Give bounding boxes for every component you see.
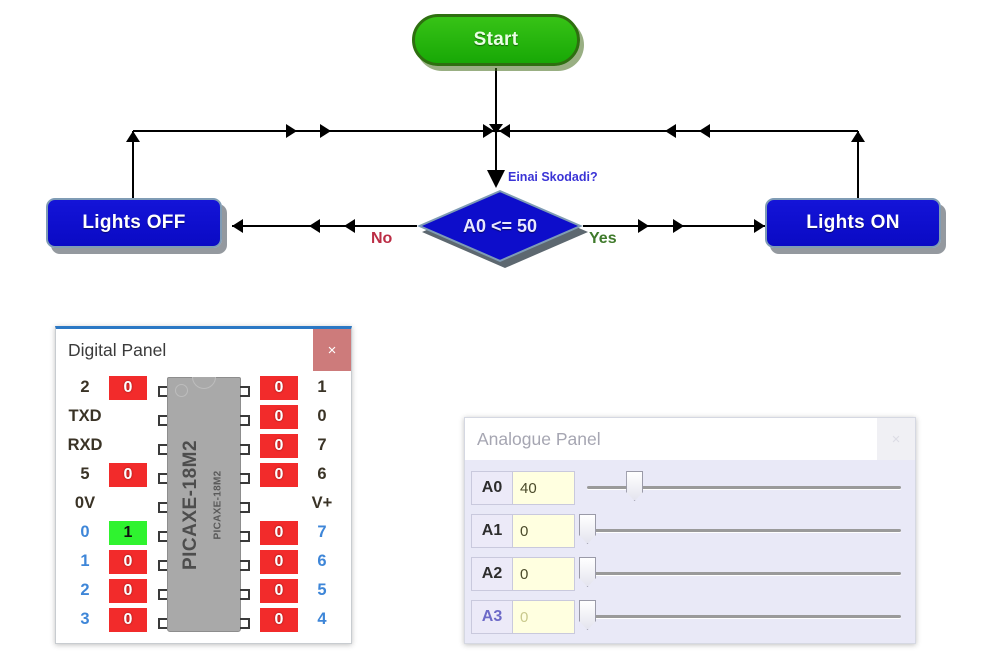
pin-state-left[interactable]: 0 xyxy=(109,607,147,632)
slider-track[interactable] xyxy=(587,615,901,618)
lights-on-label: Lights ON xyxy=(806,212,900,233)
decision-label: A0 <= 50 xyxy=(462,215,538,236)
decision-annotation: Einai Skodadi? xyxy=(508,170,598,184)
analogue-panel-window: Analogue Panel × A0 40 A1 0 A2 0 A3 0 xyxy=(464,417,916,644)
pin-label-left: 2 xyxy=(80,378,90,396)
pin-label-left: 1 xyxy=(80,552,90,570)
slider-track[interactable] xyxy=(587,529,901,532)
analogue-channel-label: A1 xyxy=(471,514,513,548)
analogue-channel-slider[interactable] xyxy=(579,555,901,593)
analogue-channel-value[interactable]: 0 xyxy=(513,557,575,591)
flowchart-start-node[interactable]: Start xyxy=(412,14,580,66)
pin-state-right[interactable]: 0 xyxy=(260,462,298,487)
chip-pins-right xyxy=(239,377,250,638)
chip-pin xyxy=(239,386,250,397)
analogue-channel-label: A3 xyxy=(471,600,513,634)
slider-thumb[interactable] xyxy=(579,600,596,630)
branch-label-yes: Yes xyxy=(589,230,617,247)
analogue-panel-titlebar[interactable]: Analogue Panel × xyxy=(465,418,915,460)
chip-label: PICAXE-18M2 xyxy=(179,439,201,570)
pin-state-left xyxy=(109,492,147,516)
digital-pin-grid: PICAXE-18M2 PICAXE-18M2 2 0 0 1 TXD 0 0 RXD 0 7 5 0… xyxy=(64,373,343,634)
pin-label-left: TXD xyxy=(68,407,102,425)
digital-panel-body: PICAXE-18M2 PICAXE-18M2 2 0 0 1 TXD 0 0 RXD 0 7 5 0… xyxy=(56,371,351,643)
analogue-channel-value[interactable]: 0 xyxy=(513,600,575,634)
branch-label-no: No xyxy=(371,230,393,247)
pin-label-left: 3 xyxy=(80,610,90,628)
pin-label-right: 0 xyxy=(317,407,327,425)
digital-panel-titlebar[interactable]: Digital Panel × xyxy=(56,329,351,371)
chip-notch-icon xyxy=(191,377,216,389)
pin-label-right: 4 xyxy=(317,610,327,628)
digital-panel-window: Digital Panel × PICAXE-18M2 PICAXE-18M2 … xyxy=(55,326,352,644)
pin-state-left[interactable]: 0 xyxy=(109,578,147,603)
chip-pin xyxy=(239,531,250,542)
pin-state-right[interactable]: 0 xyxy=(260,578,298,603)
slider-thumb[interactable] xyxy=(579,514,596,544)
analogue-channel-row: A1 0 xyxy=(471,511,905,551)
flowchart-lights-on-node[interactable]: Lights ON xyxy=(765,198,941,248)
analogue-channel-slider[interactable] xyxy=(579,598,901,636)
pin-state-left[interactable]: 0 xyxy=(109,549,147,574)
chip-pin xyxy=(239,589,250,600)
analogue-channel-slider[interactable] xyxy=(587,469,901,507)
analogue-channel-row: A0 40 xyxy=(471,468,905,508)
digital-panel-title: Digital Panel xyxy=(68,339,167,360)
analogue-panel-title: Analogue Panel xyxy=(477,428,601,449)
pin-state-left[interactable]: 0 xyxy=(109,462,147,487)
start-node-label: Start xyxy=(473,29,519,50)
pin-state-right[interactable]: 0 xyxy=(260,549,298,574)
pin-state-left[interactable]: 0 xyxy=(109,375,147,400)
slider-thumb[interactable] xyxy=(626,471,644,501)
pin-label-left: 5 xyxy=(80,465,90,483)
pin-label-left: 0 xyxy=(80,523,90,541)
close-icon[interactable]: × xyxy=(877,418,915,460)
pin-label-right: 7 xyxy=(317,436,327,454)
pin-label-right: V+ xyxy=(311,494,333,512)
analogue-channel-row: A3 0 xyxy=(471,597,905,637)
analogue-panel-body: A0 40 A1 0 A2 0 A3 0 xyxy=(465,460,915,643)
analogue-channel-slider[interactable] xyxy=(579,512,901,550)
chip-pin xyxy=(239,560,250,571)
flowchart-lights-off-node[interactable]: Lights OFF xyxy=(46,198,222,248)
chip-pin xyxy=(239,444,250,455)
chip-pin1-dot-icon xyxy=(174,384,188,397)
pin-state-right xyxy=(260,492,298,516)
pin-state-left xyxy=(109,405,147,429)
pin-label-left: 2 xyxy=(80,581,90,599)
pin-label-right: 7 xyxy=(317,523,327,541)
pin-label-right: 6 xyxy=(317,552,327,570)
pin-label-left: RXD xyxy=(67,436,103,454)
pin-state-right[interactable]: 0 xyxy=(260,433,298,458)
flowchart-canvas: Start Lights OFF Lights ON A0 <= 50 Eina… xyxy=(0,0,985,300)
flowchart-decision-node[interactable]: A0 <= 50 xyxy=(417,190,588,268)
analogue-channel-row: A2 0 xyxy=(471,554,905,594)
picaxe-chip: PICAXE-18M2 PICAXE-18M2 xyxy=(166,377,241,632)
pin-label-left: 0V xyxy=(74,494,96,512)
pin-label-right: 5 xyxy=(317,581,327,599)
pin-state-right[interactable]: 0 xyxy=(260,520,298,545)
chip-pin xyxy=(239,502,250,513)
analogue-channel-value[interactable]: 0 xyxy=(513,514,575,548)
analogue-channel-value[interactable]: 40 xyxy=(513,471,575,505)
slider-thumb[interactable] xyxy=(579,557,596,587)
analogue-channel-label: A0 xyxy=(471,471,513,505)
slider-track[interactable] xyxy=(587,572,901,575)
chip-pin xyxy=(239,618,250,629)
chip-graphic-cell: PICAXE-18M2 PICAXE-18M2 xyxy=(150,373,257,634)
chip-pin xyxy=(239,473,250,484)
pin-state-right[interactable]: 0 xyxy=(260,607,298,632)
close-icon[interactable]: × xyxy=(313,329,351,371)
pin-state-left[interactable]: 1 xyxy=(109,520,147,545)
chip-label-small: PICAXE-18M2 xyxy=(212,470,223,539)
pin-label-right: 6 xyxy=(317,465,327,483)
chip-pin xyxy=(239,415,250,426)
lights-off-label: Lights OFF xyxy=(82,212,186,233)
pin-label-right: 1 xyxy=(317,378,327,396)
pin-state-right[interactable]: 0 xyxy=(260,404,298,429)
pin-state-right[interactable]: 0 xyxy=(260,375,298,400)
analogue-channel-label: A2 xyxy=(471,557,513,591)
pin-state-left xyxy=(109,434,147,458)
